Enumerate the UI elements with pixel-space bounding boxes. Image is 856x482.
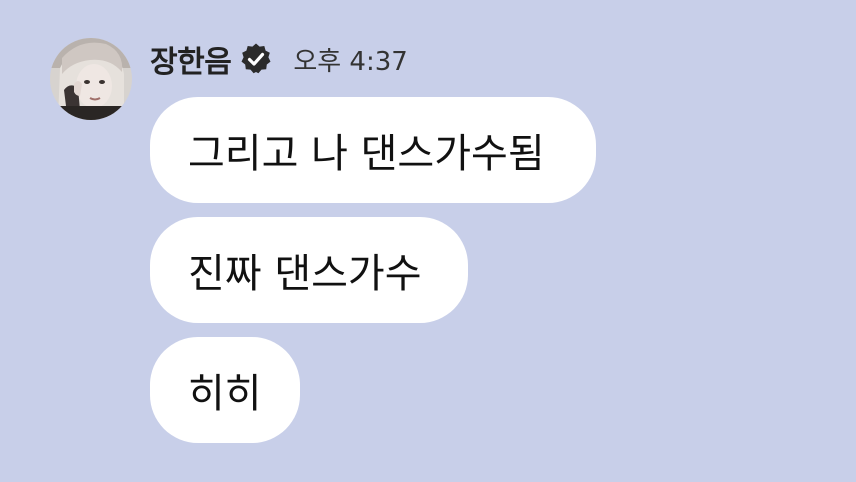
sender-avatar[interactable] (50, 38, 132, 120)
message-text: 그리고 나 댄스가수됨 (188, 131, 545, 177)
message-header: 장한음 오후 4:37 (150, 36, 408, 82)
avatar-image (50, 38, 132, 120)
sender-name[interactable]: 장한음 (150, 37, 232, 81)
verified-badge-icon (239, 42, 273, 76)
message-text: 진짜 댄스가수 (188, 251, 422, 297)
message-text: 히히 (188, 371, 262, 417)
message-timestamp: 오후 4:37 (293, 46, 408, 77)
message-bubble[interactable]: 진짜 댄스가수 (150, 217, 468, 323)
message-bubble[interactable]: 히히 (150, 337, 300, 443)
message-bubble[interactable]: 그리고 나 댄스가수됨 (150, 97, 596, 203)
